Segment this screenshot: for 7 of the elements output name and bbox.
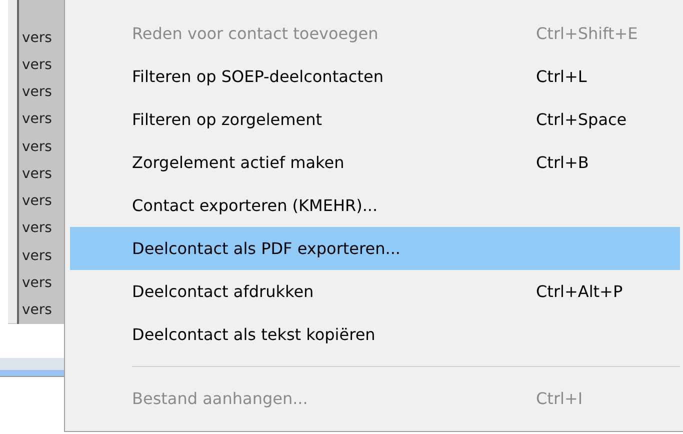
menu-item[interactable]: Contact exporteren (KMEHR)...: [70, 184, 680, 227]
menu-item[interactable]: Filteren op zorgelement Ctrl+Space: [70, 98, 680, 141]
menu-item[interactable]: Filteren op SOEP-deelcontacten Ctrl+L: [70, 55, 680, 98]
menu-item[interactable]: Zorgelement actief maken Ctrl+B: [70, 141, 680, 184]
menu-item[interactable]: Deelcontact als PDF exporteren...: [70, 227, 680, 270]
menu-item[interactable]: Deelcontact als tekst kopiëren: [70, 313, 680, 356]
menu-item[interactable]: Deelcontact afdrukken Ctrl+Alt+P: [70, 270, 680, 313]
